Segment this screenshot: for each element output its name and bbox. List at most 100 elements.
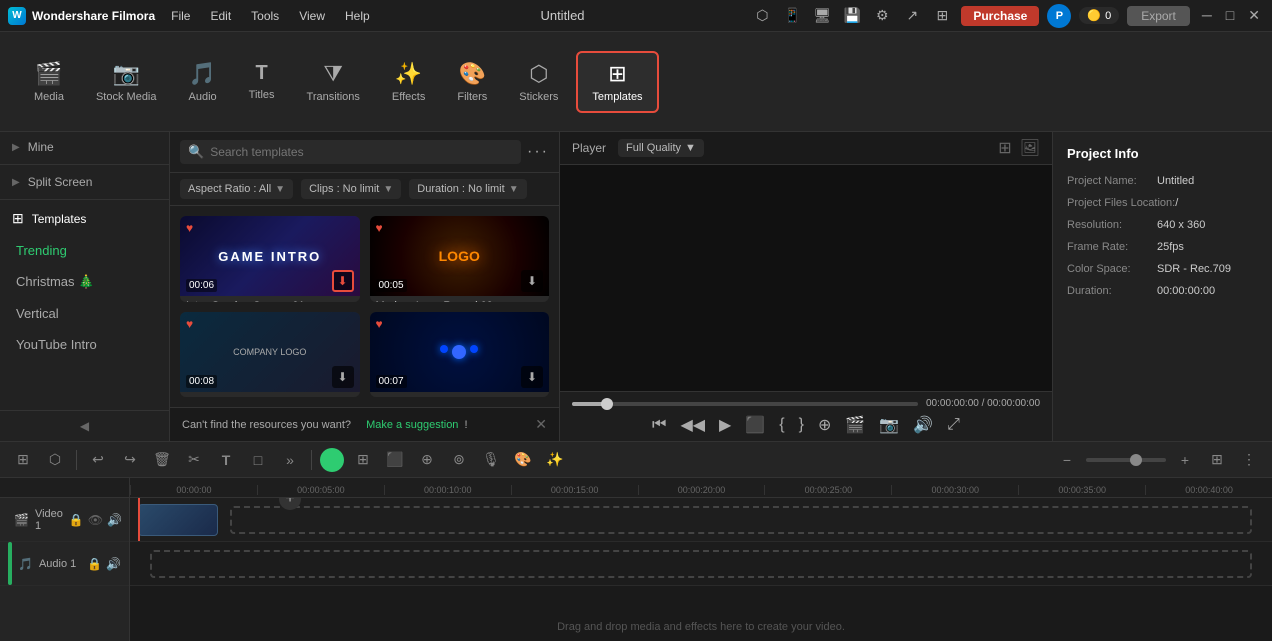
more-settings-button[interactable]: ⋮ bbox=[1236, 447, 1262, 473]
clip-speed-button[interactable]: ⊚ bbox=[446, 447, 472, 473]
mark-out-button[interactable]: } bbox=[799, 416, 804, 434]
mobile-icon[interactable]: 📱 bbox=[781, 5, 803, 27]
text-button[interactable]: T bbox=[213, 447, 239, 473]
left-item-split-screen[interactable]: ▶ Split Screen bbox=[0, 167, 169, 197]
maximize-button[interactable]: □ bbox=[1222, 7, 1238, 24]
fullscreen-button[interactable]: ⤢ bbox=[947, 416, 960, 434]
frame-forward-button[interactable]: ⬛ bbox=[745, 415, 765, 435]
menu-view[interactable]: View bbox=[295, 9, 329, 23]
settings-icon[interactable]: ⚙ bbox=[871, 5, 893, 27]
drop-zone-audio[interactable] bbox=[150, 550, 1252, 578]
frame-back-button[interactable]: ◀◀ bbox=[680, 415, 705, 435]
save-icon[interactable]: 💾 bbox=[841, 5, 863, 27]
tool-templates[interactable]: ⊞ Templates bbox=[576, 51, 658, 113]
audio-lock-button[interactable]: 🔒 bbox=[87, 557, 102, 571]
suggestion-link[interactable]: Make a suggestion bbox=[366, 419, 458, 431]
purchase-button[interactable]: Purchase bbox=[961, 6, 1039, 26]
video-volume-button[interactable]: 🔊 bbox=[107, 513, 122, 527]
category-vertical[interactable]: Vertical bbox=[0, 298, 169, 329]
record-button[interactable] bbox=[320, 448, 344, 472]
effects-btn[interactable]: ✨ bbox=[542, 447, 568, 473]
tool-filters[interactable]: 🎨 Filters bbox=[443, 53, 501, 111]
scene-detect-button[interactable]: ⬡ bbox=[42, 447, 68, 473]
close-button[interactable]: ✕ bbox=[1244, 7, 1264, 24]
tool-stickers[interactable]: ⬡ Stickers bbox=[505, 53, 572, 111]
menu-help[interactable]: Help bbox=[341, 9, 374, 23]
image-view-icon[interactable]: 🖼 bbox=[1020, 138, 1040, 158]
minimize-button[interactable]: ─ bbox=[1198, 7, 1216, 24]
video-eye-button[interactable]: 👁 bbox=[88, 513, 103, 527]
user-avatar[interactable]: P bbox=[1047, 4, 1071, 28]
template-card-company[interactable]: COMPANY LOGO ♥ 00:08 ⬇ Company Logo Temp… bbox=[180, 312, 360, 398]
scissors-button[interactable]: ✂ bbox=[181, 447, 207, 473]
drop-zone-video[interactable] bbox=[230, 506, 1252, 534]
suggestion-bar: Can't find the resources you want? Make … bbox=[170, 407, 559, 441]
add-marker-button[interactable]: ⊕ bbox=[818, 415, 831, 435]
category-christmas[interactable]: Christmas 🎄 bbox=[0, 266, 169, 298]
quality-select[interactable]: Full Quality ▼ bbox=[618, 139, 704, 157]
color-btn[interactable]: 🎨 bbox=[510, 447, 536, 473]
duration-filter[interactable]: Duration : No limit ▼ bbox=[409, 179, 526, 199]
tool-effects[interactable]: ✨ Effects bbox=[378, 53, 439, 111]
zoom-slider[interactable] bbox=[1086, 458, 1166, 462]
category-youtube[interactable]: YouTube Intro bbox=[0, 329, 169, 360]
mark-in-button[interactable]: { bbox=[779, 416, 784, 434]
menu-edit[interactable]: Edit bbox=[206, 9, 235, 23]
clip-button[interactable]: 🎬 bbox=[845, 415, 865, 435]
snapshot-button[interactable]: 📷 bbox=[879, 415, 899, 435]
zoom-in-button[interactable]: + bbox=[1172, 447, 1198, 473]
template-card-blue[interactable]: ♥ 00:07 ⬇ Blue Space Intro bbox=[370, 312, 550, 398]
tool-media[interactable]: 🎬 Media bbox=[20, 53, 78, 111]
delete-button[interactable]: 🗑 bbox=[149, 447, 175, 473]
video-clip-block[interactable] bbox=[138, 504, 218, 536]
progress-bar[interactable] bbox=[572, 402, 918, 406]
template-card-logo[interactable]: LOGO ♥ 00:05 ⬇ Modern Logo Reveal 09 bbox=[370, 216, 550, 302]
video-lock-button[interactable]: 🔒 bbox=[69, 513, 84, 527]
share-icon[interactable]: ↗ bbox=[901, 5, 923, 27]
download-icon-gaming[interactable]: ⬇ bbox=[332, 270, 354, 292]
video-track-lane[interactable]: + bbox=[130, 498, 1272, 542]
left-item-mine[interactable]: ▶ Mine bbox=[0, 132, 169, 162]
tool-stock[interactable]: 📷 Stock Media bbox=[82, 53, 171, 111]
menu-tools[interactable]: Tools bbox=[247, 9, 283, 23]
menu-file[interactable]: File bbox=[167, 9, 194, 23]
skip-back-button[interactable]: ⏮ bbox=[652, 416, 666, 434]
add-clip-button[interactable]: ⊞ bbox=[350, 447, 376, 473]
zoom-out-button[interactable]: − bbox=[1054, 447, 1080, 473]
export-button[interactable]: Export bbox=[1127, 6, 1190, 26]
monitor-icon[interactable]: 🖥 bbox=[811, 5, 833, 27]
more-tl-button[interactable]: » bbox=[277, 447, 303, 473]
track-settings-button[interactable]: ⊞ bbox=[1204, 447, 1230, 473]
grid-view-icon[interactable]: ⊞ bbox=[998, 138, 1011, 158]
suggestion-close-button[interactable]: ✕ bbox=[535, 416, 547, 433]
search-input[interactable] bbox=[210, 145, 513, 159]
download-icon-blue[interactable]: ⬇ bbox=[521, 366, 543, 388]
volume-button[interactable]: 🔊 bbox=[913, 415, 933, 435]
split-view-button[interactable]: ⊞ bbox=[10, 447, 36, 473]
collapse-panel-button[interactable]: ◀ bbox=[0, 410, 169, 441]
grid-icon[interactable]: ⊞ bbox=[931, 5, 953, 27]
aspect-ratio-filter[interactable]: Aspect Ratio : All ▼ bbox=[180, 179, 293, 199]
template-card-gaming[interactable]: GAME INTRO ♥ 00:06 ⬇ Intro Gaming Opener… bbox=[180, 216, 360, 302]
audio-track-lane[interactable] bbox=[130, 542, 1272, 586]
download-icon-company[interactable]: ⬇ bbox=[332, 366, 354, 388]
stock-icon: 📷 bbox=[113, 61, 140, 87]
audio-button[interactable]: 🎙 bbox=[478, 447, 504, 473]
more-options-button[interactable]: ··· bbox=[527, 143, 549, 161]
play-button[interactable]: ▶ bbox=[719, 415, 731, 435]
blue-dot-3 bbox=[470, 345, 478, 353]
audio-volume-button[interactable]: 🔊 bbox=[106, 557, 121, 571]
split-clip-button[interactable]: ⬛ bbox=[382, 447, 408, 473]
clips-filter[interactable]: Clips : No limit ▼ bbox=[301, 179, 401, 199]
merge-button[interactable]: ⊕ bbox=[414, 447, 440, 473]
cloud-icon[interactable]: ⬡ bbox=[751, 5, 773, 27]
left-item-templates[interactable]: ⊞ Templates bbox=[0, 202, 169, 235]
download-icon-logo[interactable]: ⬇ bbox=[521, 270, 543, 292]
category-trending[interactable]: Trending bbox=[0, 235, 169, 266]
tool-transitions[interactable]: ⧩ Transitions bbox=[293, 53, 374, 111]
undo-button[interactable]: ↩ bbox=[85, 447, 111, 473]
tool-audio[interactable]: 🎵 Audio bbox=[175, 53, 231, 111]
crop-button[interactable]: □ bbox=[245, 447, 271, 473]
redo-button[interactable]: ↪ bbox=[117, 447, 143, 473]
tool-titles[interactable]: T Titles bbox=[235, 54, 289, 109]
